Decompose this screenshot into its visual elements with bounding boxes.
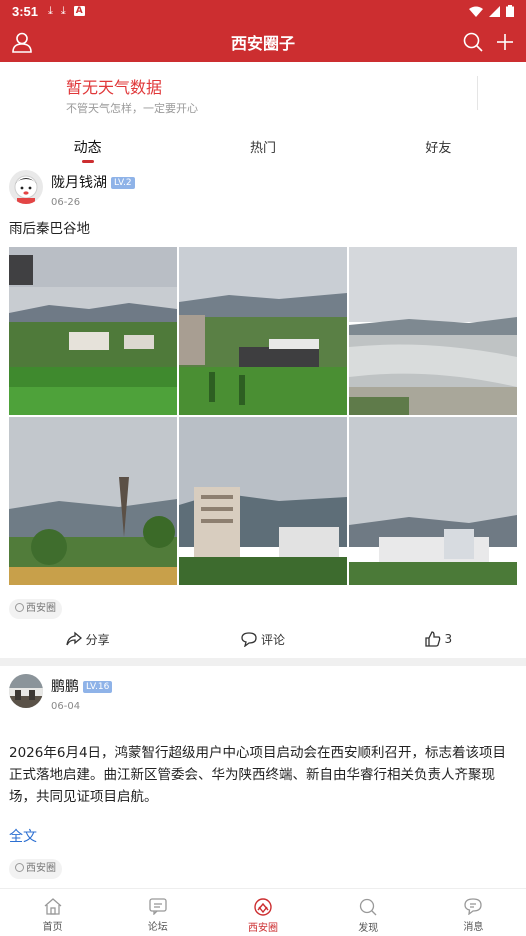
weather-card[interactable]: 暂无天气数据 不管天气怎样，一定要开心 — [0, 62, 526, 126]
post-card: 陇月钱湖 LV.2 06-26 雨后秦巴谷地 西安圈 分享 评论 3 — [0, 166, 526, 660]
discover-icon — [360, 898, 377, 916]
level-badge: LV.2 — [111, 177, 135, 189]
level-badge: LV.16 — [83, 681, 113, 693]
home-icon — [44, 898, 62, 915]
tab-active-indicator — [81, 160, 94, 163]
photo-grid — [9, 247, 517, 585]
nav-xian-circle[interactable]: 西安圈 — [210, 889, 315, 936]
tab-hot[interactable]: 热门 — [175, 126, 350, 166]
share-icon — [66, 631, 82, 646]
post-photo[interactable] — [179, 247, 347, 415]
feed-tabs: 动态 热门 好友 — [0, 126, 526, 166]
weather-main: 暂无天气数据 — [66, 78, 163, 97]
post-username[interactable]: 陇月钱湖 LV.2 — [51, 172, 135, 192]
tab-dynamic-label: 动态 — [73, 140, 102, 156]
post-text: 雨后秦巴谷地 — [9, 221, 90, 237]
app-bar: 西安圈子 — [0, 22, 526, 62]
tag-icon — [15, 863, 24, 872]
share-label: 分享 — [85, 632, 110, 647]
post-date: 06-04 — [51, 701, 81, 712]
read-more-link[interactable]: 全文 — [9, 826, 37, 846]
page-title: 西安圈子 — [230, 34, 295, 53]
battery-icon — [506, 5, 514, 17]
post-card: 鹏鹏 LV.16 06-04 2026年6月4日，鸿蒙智行超级用户中心项目启动会在… — [0, 666, 526, 886]
post-photo[interactable] — [179, 417, 347, 585]
forum-icon — [149, 898, 167, 915]
tag-label: 西安圈 — [26, 603, 56, 614]
nav-home-label: 首页 — [42, 922, 63, 933]
weather-sub: 不管天气怎样，一定要开心 — [66, 102, 198, 115]
tag-icon — [15, 603, 24, 612]
nav-message[interactable]: 消息 — [421, 889, 526, 936]
nav-discover[interactable]: 发现 — [316, 889, 421, 936]
post-text: 2026年6月4日，鸿蒙智行超级用户中心项目启动会在西安顺利召开，标志着该项目正… — [9, 745, 507, 805]
post-separator — [0, 658, 526, 666]
avatar[interactable] — [9, 170, 43, 204]
like-count: 3 — [444, 632, 453, 646]
weather-divider — [477, 76, 478, 110]
nav-discover-label: 发现 — [358, 923, 379, 934]
tag-label: 西安圈 — [26, 863, 56, 874]
nav-home[interactable]: 首页 — [0, 889, 105, 936]
tab-dynamic[interactable]: 动态 — [0, 126, 175, 166]
signal-icon — [489, 5, 500, 17]
post-photo[interactable] — [9, 417, 177, 585]
nav-forum[interactable]: 论坛 — [105, 889, 210, 936]
post-photo[interactable] — [349, 417, 517, 585]
username-text: 陇月钱湖 — [51, 175, 107, 191]
status-time: 3:51 — [12, 3, 39, 19]
username-text: 鹏鹏 — [51, 679, 79, 695]
nav-forum-label: 论坛 — [147, 922, 168, 933]
xian-circle-icon — [254, 898, 272, 916]
comment-label: 评论 — [260, 632, 285, 647]
nav-message-label: 消息 — [463, 922, 484, 933]
comment-icon — [241, 632, 257, 647]
a-notification-icon: A — [73, 6, 85, 16]
tab-friends[interactable]: 好友 — [351, 126, 526, 166]
wifi-icon — [469, 6, 483, 17]
post-tag[interactable]: 西安圈 — [9, 859, 62, 879]
download-icon: ⤓ — [60, 4, 66, 17]
download-icon: ⤓ — [48, 4, 53, 17]
share-button[interactable]: 分享 — [0, 627, 175, 651]
comment-button[interactable]: 评论 — [175, 627, 350, 651]
post-tag[interactable]: 西安圈 — [9, 599, 62, 619]
post-username[interactable]: 鹏鹏 LV.16 — [51, 676, 113, 696]
tab-friends-label: 好友 — [425, 141, 452, 156]
thumbs-up-icon — [424, 631, 440, 647]
status-bar: 3:51 ⤓ ⤓ A — [0, 0, 526, 22]
bottom-nav: 首页 论坛 西安圈 发现 消息 — [0, 888, 526, 936]
post-photo[interactable] — [349, 247, 517, 415]
search-icon[interactable] — [462, 31, 484, 57]
like-button[interactable]: 3 — [351, 627, 526, 651]
post-actions: 分享 评论 3 — [0, 627, 526, 651]
avatar[interactable] — [9, 674, 43, 708]
plus-icon[interactable] — [494, 31, 516, 57]
message-icon — [464, 898, 483, 915]
tab-hot-label: 热门 — [249, 141, 276, 156]
post-date: 06-26 — [51, 197, 81, 208]
post-photo[interactable] — [9, 247, 177, 415]
nav-xian-circle-label: 西安圈 — [248, 923, 278, 934]
user-icon[interactable] — [11, 31, 33, 57]
